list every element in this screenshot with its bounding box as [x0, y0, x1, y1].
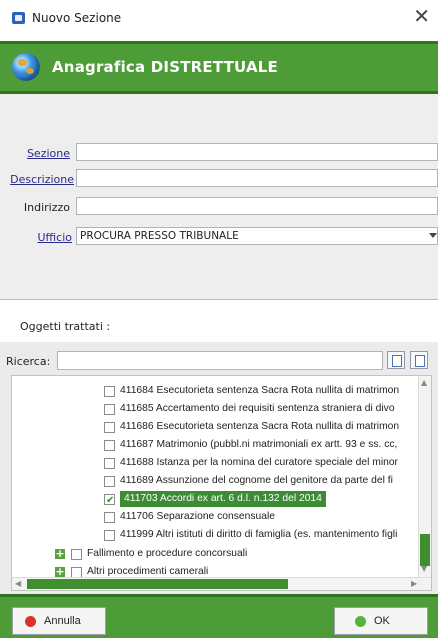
ufficio-label: Ufficio [37, 231, 72, 244]
checkbox[interactable] [104, 512, 115, 523]
footer-bar: Annulla OK [0, 594, 438, 638]
ok-button[interactable]: OK [334, 607, 428, 635]
checkbox-checked[interactable] [104, 492, 115, 510]
checkbox[interactable] [71, 549, 82, 560]
app-icon [12, 12, 25, 24]
checkbox[interactable] [104, 422, 115, 433]
indirizzo-label: Indirizzo [23, 201, 70, 214]
scroll-thumb[interactable] [420, 534, 430, 566]
refresh-icon[interactable] [410, 351, 428, 369]
close-icon[interactable]: ✕ [413, 6, 430, 26]
vertical-scrollbar[interactable]: ▲ ▼ [418, 376, 431, 590]
ufficio-select[interactable]: PROCURA PRESSO TRIBUNALE [76, 227, 438, 245]
scroll-right-icon[interactable]: ▶ [411, 579, 417, 588]
cancel-button[interactable]: Annulla [12, 607, 106, 635]
scroll-left-icon[interactable]: ◀ [15, 579, 21, 588]
ufficio-value: PROCURA PRESSO TRIBUNALE [80, 230, 239, 242]
scroll-thumb[interactable] [27, 579, 288, 589]
header-title: Anagrafica DISTRETTUALE [52, 58, 278, 76]
sezione-label: Sezione [26, 147, 70, 160]
checkbox[interactable] [104, 458, 115, 469]
checkbox[interactable] [104, 404, 115, 415]
oggetti-panel: Ricerca: 411684 Esecutorieta sentenza Sa… [0, 342, 438, 594]
list-view-icon[interactable] [387, 351, 405, 369]
checkbox[interactable] [104, 440, 115, 451]
section-header: Anagrafica DISTRETTUALE [0, 41, 438, 94]
globe-icon [12, 53, 40, 81]
expand-icon[interactable]: + [55, 548, 65, 559]
indirizzo-input[interactable] [76, 197, 438, 215]
search-input[interactable] [57, 351, 383, 370]
search-label: Ricerca: [6, 355, 51, 368]
chevron-down-icon[interactable] [429, 233, 437, 238]
ok-icon [355, 616, 366, 627]
window-title: Nuovo Sezione [32, 11, 122, 25]
descrizione-label: Descrizione [10, 173, 74, 186]
descrizione-input[interactable] [76, 169, 438, 187]
scroll-down-icon[interactable]: ▼ [421, 564, 427, 573]
oggetti-label: Oggetti trattati : [20, 320, 111, 333]
checkbox[interactable] [104, 386, 115, 397]
horizontal-scrollbar[interactable]: ◀ ▶ [12, 577, 431, 590]
window-titlebar: Nuovo Sezione ✕ [0, 0, 438, 36]
sezione-input[interactable] [76, 143, 438, 161]
divider [0, 299, 438, 300]
tree-view[interactable]: 411684 Esecutorieta sentenza Sacra Rota … [11, 375, 432, 591]
checkbox[interactable] [104, 476, 115, 487]
checkbox[interactable] [104, 530, 115, 541]
form-area: Sezione Descrizione Indirizzo Ufficio PR… [0, 94, 438, 300]
scroll-up-icon[interactable]: ▲ [421, 378, 427, 387]
expand-icon[interactable]: + [55, 566, 65, 577]
cancel-icon [25, 616, 36, 627]
